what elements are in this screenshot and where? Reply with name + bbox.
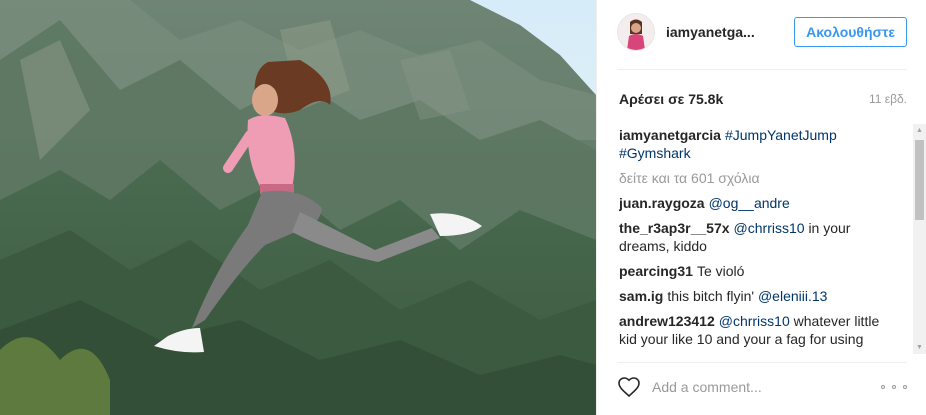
post-age[interactable]: 11 εβδ. bbox=[869, 92, 907, 106]
hashtag-link[interactable]: #JumpYanetJump bbox=[725, 127, 837, 143]
comment-item: sam.ig this bitch flyin' @eleniii.13 bbox=[619, 287, 889, 305]
comment-author[interactable]: juan.raygoza bbox=[619, 195, 705, 211]
comment-item: the_r3ap3r__57x @chrriss10 in your dreams… bbox=[619, 219, 889, 255]
comment-author[interactable]: the_r3ap3r__57x bbox=[619, 220, 730, 236]
post-header: iamyanetga... Ακολουθήστε bbox=[617, 10, 907, 54]
comment-author[interactable]: sam.ig bbox=[619, 288, 663, 304]
mention-link[interactable]: @og__andre bbox=[709, 195, 790, 211]
dot bbox=[903, 385, 907, 389]
comment-bar bbox=[617, 372, 907, 402]
divider bbox=[617, 69, 907, 70]
avatar[interactable] bbox=[617, 13, 655, 51]
avatar-image bbox=[618, 14, 654, 50]
scroll-up-icon[interactable]: ▲ bbox=[913, 124, 926, 137]
comments-scrollbar[interactable]: ▲ ▼ bbox=[913, 124, 926, 354]
follow-button[interactable]: Ακολουθήστε bbox=[794, 17, 907, 47]
mention-link[interactable]: @eleniii.13 bbox=[758, 288, 827, 304]
username-link[interactable]: iamyanetga... bbox=[666, 24, 766, 40]
comment-item: juan.raygoza @og__andre bbox=[619, 194, 889, 212]
view-all-comments-link[interactable]: δείτε και τα 601 σχόλια bbox=[619, 169, 889, 187]
comment-text: this bitch flyin' bbox=[667, 288, 755, 304]
comments-list: iamyanetgarcia #JumpYanetJump #Gymshark δε… bbox=[619, 126, 889, 352]
divider bbox=[617, 362, 907, 363]
post-side-panel: iamyanetga... Ακολουθήστε Αρέσει σε 75.8… bbox=[596, 0, 926, 415]
dot bbox=[892, 385, 896, 389]
caption: iamyanetgarcia #JumpYanetJump #Gymshark bbox=[619, 126, 889, 162]
more-options-icon[interactable] bbox=[881, 382, 907, 392]
likes-count[interactable]: Αρέσει σε 75.8k bbox=[619, 91, 723, 107]
scroll-thumb[interactable] bbox=[915, 140, 924, 220]
post-photo-illustration bbox=[0, 0, 596, 415]
comment-item: andrew123412 @chrriss10 whatever little k… bbox=[619, 312, 889, 348]
comment-author[interactable]: pearcing31 bbox=[619, 263, 693, 279]
caption-author[interactable]: iamyanetgarcia bbox=[619, 127, 721, 143]
likes-row: Αρέσει σε 75.8k 11 εβδ. bbox=[619, 90, 907, 108]
hashtag-link[interactable]: #Gymshark bbox=[619, 145, 691, 161]
mention-link[interactable]: @chrriss10 bbox=[734, 220, 805, 236]
scroll-down-icon[interactable]: ▼ bbox=[913, 341, 926, 354]
post-photo[interactable] bbox=[0, 0, 596, 415]
heart-outline-icon[interactable] bbox=[617, 375, 641, 399]
comment-item: pearcing31 Te violó bbox=[619, 262, 889, 280]
comment-text: Te violó bbox=[696, 263, 745, 279]
comment-author[interactable]: andrew123412 bbox=[619, 313, 715, 329]
dot bbox=[881, 385, 885, 389]
mention-link[interactable]: @chrriss10 bbox=[719, 313, 790, 329]
add-comment-input[interactable] bbox=[652, 379, 881, 395]
